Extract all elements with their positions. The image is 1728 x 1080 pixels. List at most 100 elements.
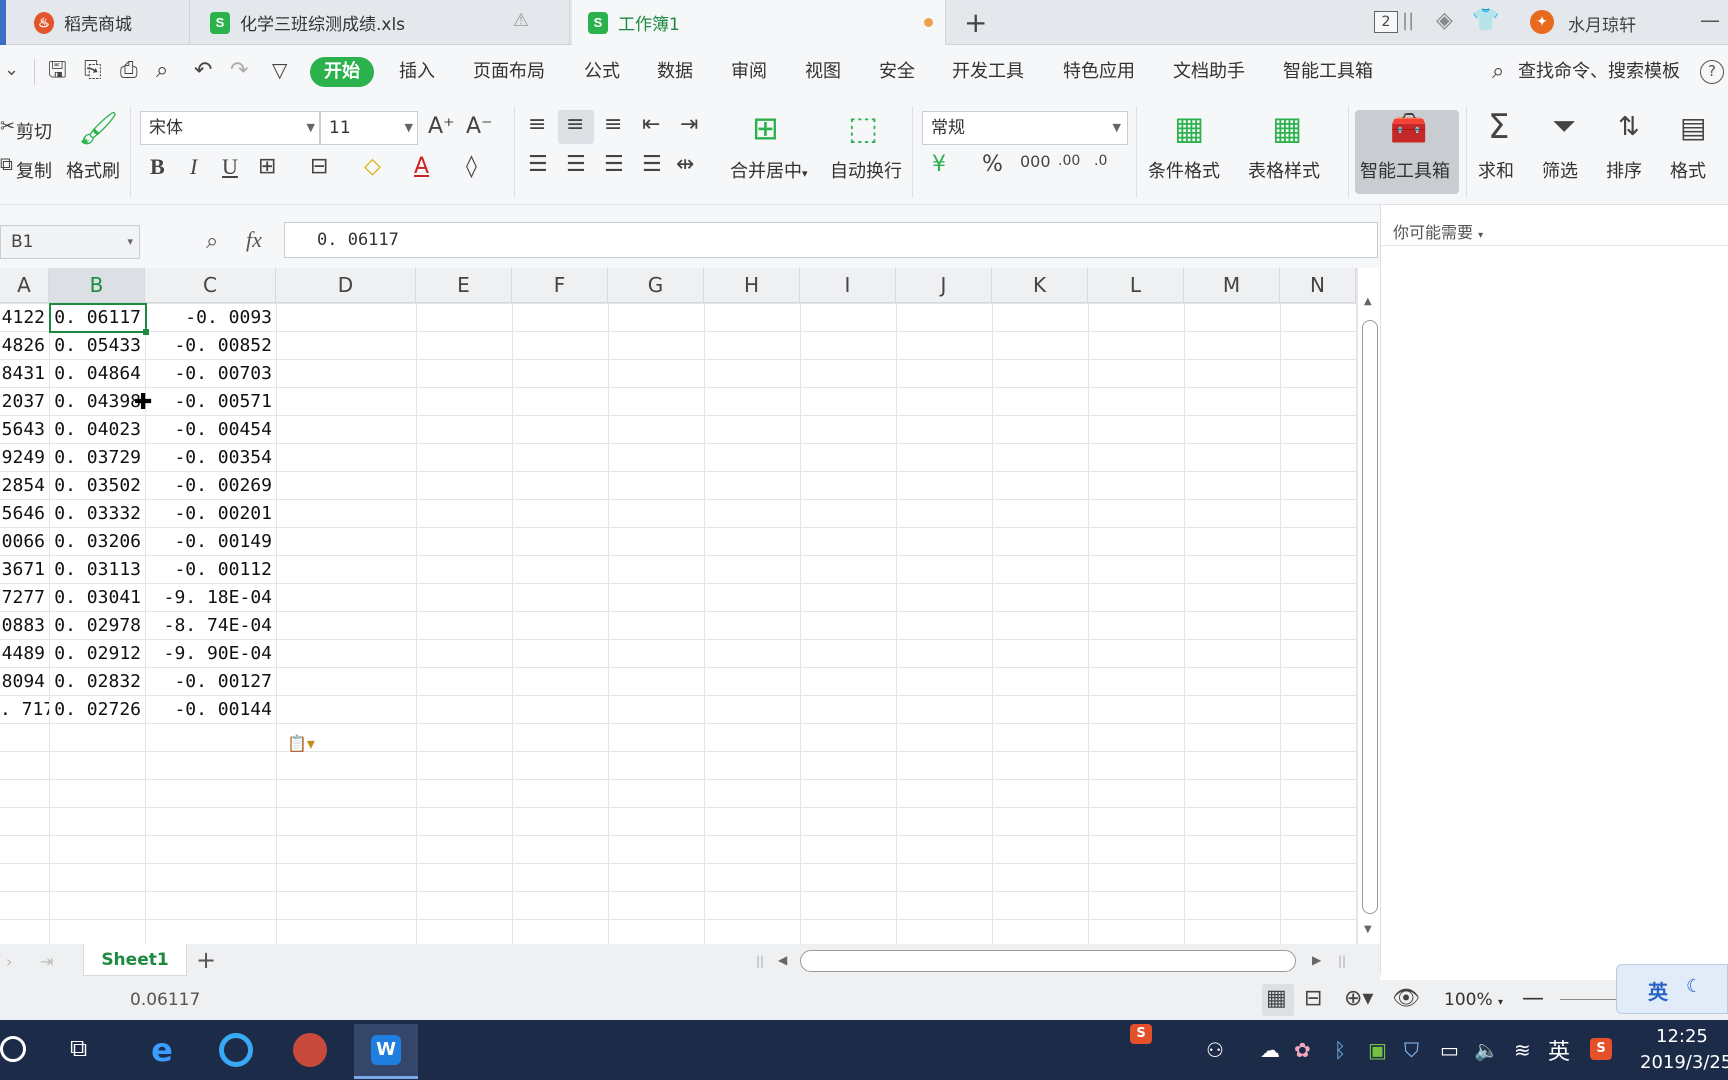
menu-start[interactable]: 开始 [310, 57, 374, 87]
bluetooth-icon[interactable]: ᛒ [1334, 1038, 1346, 1062]
people-icon[interactable]: ⚇ [1206, 1038, 1224, 1062]
volume-icon[interactable]: 🔈 [1474, 1038, 1499, 1062]
cell-b2[interactable]: 0. 05433 [49, 332, 145, 360]
vertical-scroll-thumb[interactable] [1362, 320, 1378, 914]
column-header-j[interactable]: J [896, 268, 992, 303]
cell-border-style-icon[interactable]: ⊟ [310, 156, 328, 178]
prev-sheet-icon[interactable]: › [6, 952, 12, 971]
column-header-k[interactable]: K [992, 268, 1088, 303]
last-sheet-icon[interactable]: ⇥ [40, 952, 53, 971]
format-button[interactable]: 格式 [1670, 157, 1706, 183]
tab-workbook1[interactable]: S 工作簿1 [572, 0, 946, 45]
cell-a7[interactable]: 2854 [0, 472, 49, 500]
merge-center-button[interactable]: 合并居中▾ [730, 157, 808, 183]
font-name-select[interactable]: 宋体 ▼ [140, 111, 320, 145]
cell-c5[interactable]: -0. 00454 [145, 416, 276, 444]
column-header-l[interactable]: L [1088, 268, 1184, 303]
user-name[interactable]: 水月琼轩 [1568, 11, 1636, 36]
spreadsheet-grid[interactable]: ABCDEFGHIJKLMN 4122 0. 06117 -0. 0093 4826 0… [0, 268, 1358, 944]
wifi-icon[interactable]: ≋ [1514, 1038, 1531, 1062]
cell-a14[interactable]: 8094 [0, 668, 49, 696]
cell-c8[interactable]: -0. 00201 [145, 500, 276, 528]
column-header-b[interactable]: B [49, 268, 145, 303]
font-size-select[interactable]: 11 ▼ [320, 111, 418, 145]
cell-a13[interactable]: 4489 [0, 640, 49, 668]
align-right-icon[interactable]: ☰ [604, 154, 624, 176]
skin-icon[interactable]: ◈ [1436, 8, 1453, 33]
horizontal-scroll-thumb[interactable] [800, 950, 1296, 972]
help-icon[interactable]: ? [1700, 60, 1724, 84]
cell-c14[interactable]: -0. 00127 [145, 668, 276, 696]
tab-daoke-mall[interactable]: ♨ 稻壳商城 [0, 0, 190, 45]
print-preview-icon[interactable]: ⌕ [156, 60, 168, 82]
cell-a11[interactable]: 7277 [0, 584, 49, 612]
eye-protection-icon[interactable]: 👁 [1392, 986, 1420, 1011]
percent-icon[interactable]: % [982, 154, 1003, 176]
cell-c9[interactable]: -0. 00149 [145, 528, 276, 556]
align-bottom-icon[interactable]: ≡ [604, 114, 622, 136]
page-break-view-icon[interactable]: ⊟ [1304, 986, 1322, 1011]
sheet-tab-sheet1[interactable]: Sheet1 [83, 944, 187, 976]
menu-security[interactable]: 安全 [879, 57, 915, 87]
undo-icon[interactable]: ↶ [194, 60, 212, 82]
scroll-down-icon[interactable]: ▼ [1364, 924, 1372, 935]
cell-c13[interactable]: -9. 90E-04 [145, 640, 276, 668]
ime-indicator[interactable]: 英 [1548, 1034, 1570, 1066]
filter-button[interactable]: 筛选 [1542, 157, 1578, 183]
cell-c15[interactable]: -0. 00144 [145, 696, 276, 724]
sort-button[interactable]: 排序 [1606, 157, 1642, 183]
align-middle-icon[interactable]: ≡ [566, 114, 584, 136]
clock-time[interactable]: 12:25 [1656, 1026, 1708, 1047]
distributed-icon[interactable]: ⇹ [676, 154, 694, 176]
align-center-icon[interactable]: ☰ [566, 154, 586, 176]
table-style-button[interactable]: 表格样式 [1248, 157, 1320, 183]
underline-button[interactable]: U [222, 156, 238, 178]
number-format-select[interactable]: 常规 ▼ [922, 111, 1128, 145]
fill-handle[interactable] [143, 329, 149, 335]
column-header-n[interactable]: N [1280, 268, 1356, 303]
column-header-d[interactable]: D [276, 268, 416, 303]
decrease-indent-icon[interactable]: ⇤ [642, 114, 660, 136]
cell-c2[interactable]: -0. 00852 [145, 332, 276, 360]
cell-b15[interactable]: 0. 02726 [49, 696, 145, 724]
media-app[interactable] [280, 1024, 340, 1076]
format-painter-button[interactable]: 格式刷 [66, 157, 120, 183]
window-list-icon[interactable]: || [1402, 10, 1414, 31]
menu-page-layout[interactable]: 页面布局 [473, 57, 545, 87]
cell-c10[interactable]: -0. 00112 [145, 556, 276, 584]
cell-a6[interactable]: 9249 [0, 444, 49, 472]
menu-review[interactable]: 审阅 [731, 57, 767, 87]
thousands-icon[interactable]: 000 [1020, 154, 1051, 170]
cell-c1[interactable]: -0. 0093 [145, 304, 276, 332]
sogou-tray-icon[interactable]: S [1590, 1038, 1612, 1060]
cell-b5[interactable]: 0. 04023 [49, 416, 145, 444]
qq-browser-app[interactable] [206, 1024, 266, 1076]
scroll-left-icon[interactable]: ◀ [778, 953, 787, 967]
menu-smart-toolbox[interactable]: 智能工具箱 [1283, 57, 1373, 87]
cell-b6[interactable]: 0. 03729 [49, 444, 145, 472]
sogou-float-icon[interactable]: S [1130, 1024, 1152, 1044]
task-view-icon[interactable]: ⧉ [70, 1034, 87, 1062]
search-icon[interactable]: ⌕ [1492, 59, 1504, 84]
fill-color-icon[interactable]: ◇ [364, 156, 381, 178]
sum-button[interactable]: 求和 [1478, 157, 1514, 183]
tab-chemistry-scores[interactable]: S 化学三班综测成绩.xls ⚠ [190, 0, 570, 45]
fx-button[interactable]: fx [246, 227, 262, 253]
avatar[interactable]: ✦ [1530, 10, 1554, 34]
paste-options-icon[interactable]: 📋▾ [287, 734, 315, 753]
cell-c6[interactable]: -0. 00354 [145, 444, 276, 472]
cell-b14[interactable]: 0. 02832 [49, 668, 145, 696]
eraser-icon[interactable]: ◊ [466, 156, 477, 178]
zoom-out-button[interactable]: — [1522, 986, 1544, 1011]
cloud-icon[interactable]: ☁ [1260, 1038, 1280, 1062]
bold-button[interactable]: B [150, 156, 165, 178]
cell-a5[interactable]: 5643 [0, 416, 49, 444]
cell-a9[interactable]: 0066 [0, 528, 49, 556]
print-icon[interactable]: ⎙ [120, 60, 138, 82]
decrease-font-icon[interactable]: A⁻ [466, 116, 493, 138]
column-header-h[interactable]: H [704, 268, 800, 303]
ime-floating-bar[interactable] [1616, 964, 1728, 1014]
menu-special-apps[interactable]: 特色应用 [1063, 57, 1135, 87]
conditional-format-button[interactable]: 条件格式 [1148, 157, 1220, 183]
scroll-right-icon[interactable]: ▶ [1312, 953, 1321, 967]
